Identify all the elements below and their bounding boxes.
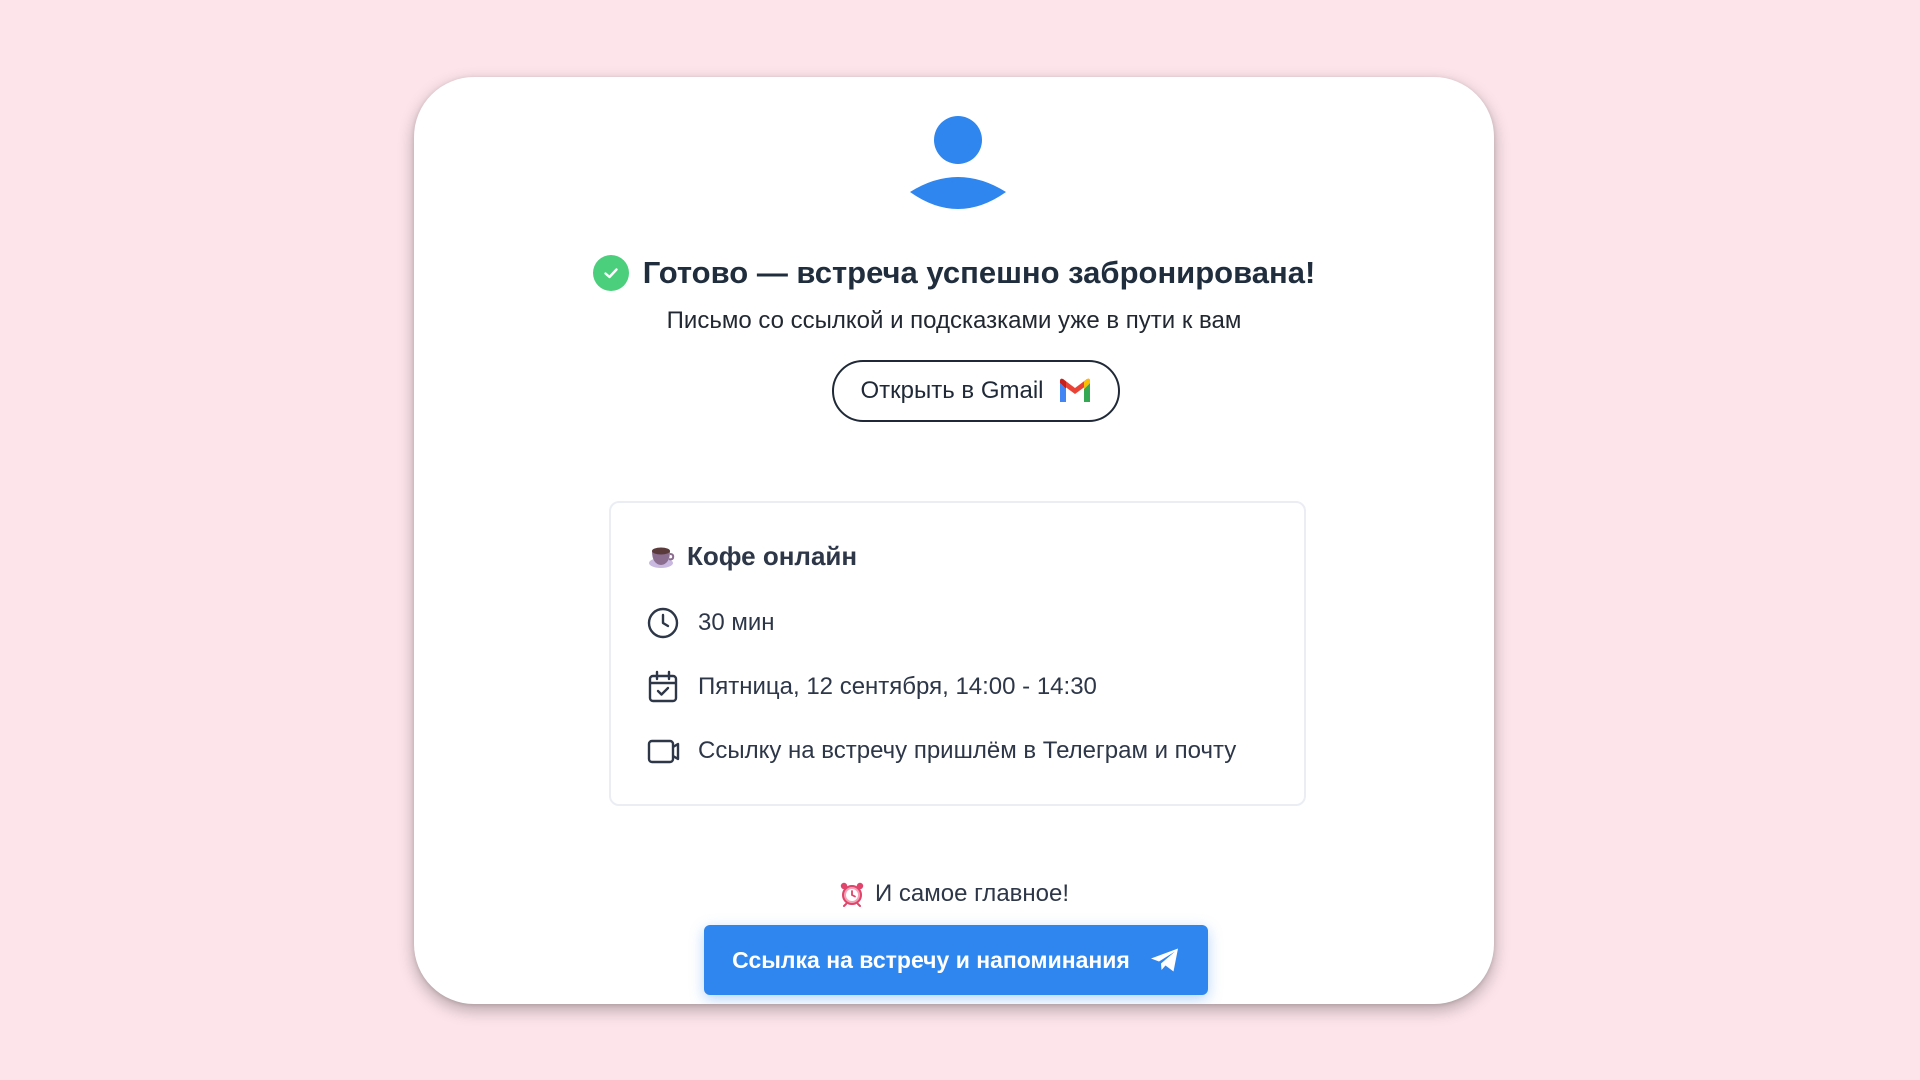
datetime-text: Пятница, 12 сентября, 14:00 - 14:30 <box>698 673 1097 700</box>
booking-confirmation-card: Готово — встреча успешно забронирована! … <box>414 77 1494 1004</box>
check-circle-icon <box>592 255 629 291</box>
duration-text: 30 мин <box>698 609 775 636</box>
user-avatar-icon <box>908 114 1008 214</box>
main-note-text: И самое главное! <box>874 880 1070 907</box>
event-title: Кофе онлайн <box>687 541 858 571</box>
telegram-button-label: Ссылка на встречу и напоминания <box>732 946 1130 973</box>
video-icon <box>646 734 680 768</box>
event-details-panel: Кофе онлайн 30 мин Пятница, 12 сентября,… <box>609 501 1306 806</box>
gmail-icon <box>1058 378 1092 404</box>
main-note: И самое главное! <box>414 880 1494 908</box>
confirmation-heading: Готово — встреча успешно забронирована! <box>414 255 1494 291</box>
event-title-row: Кофе онлайн <box>647 541 857 572</box>
open-gmail-label: Открыть в Gmail <box>860 377 1044 404</box>
open-gmail-button[interactable]: Открыть в Gmail <box>832 360 1120 422</box>
confirmation-title: Готово — встреча успешно забронирована! <box>642 255 1316 290</box>
alarm-clock-icon <box>839 881 865 907</box>
clock-icon <box>646 606 680 640</box>
meeting-link-row: Ссылку на встречу пришлём в Телеграм и п… <box>646 734 1236 768</box>
meeting-link-text: Ссылку на встречу пришлём в Телеграм и п… <box>698 737 1237 764</box>
coffee-cup-icon <box>647 543 675 571</box>
calendar-icon <box>646 670 680 704</box>
confirmation-subtitle: Письмо со ссылкой и подсказками уже в пу… <box>666 307 1242 334</box>
duration-row: 30 мин <box>646 606 775 640</box>
datetime-row: Пятница, 12 сентября, 14:00 - 14:30 <box>646 670 1097 704</box>
telegram-send-icon <box>1150 947 1180 973</box>
telegram-reminders-button[interactable]: Ссылка на встречу и напоминания <box>704 925 1208 995</box>
